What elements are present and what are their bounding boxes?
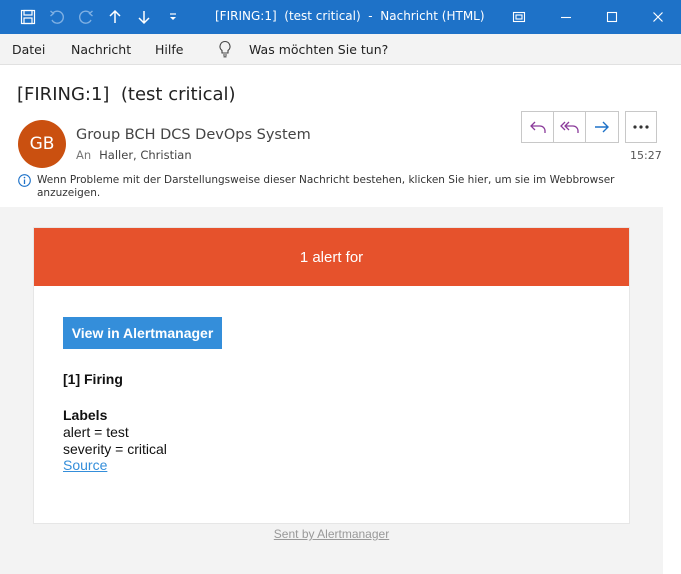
- labels-heading: Labels: [63, 407, 108, 423]
- sender-avatar[interactable]: GB: [18, 120, 66, 168]
- redo-icon[interactable]: [72, 0, 100, 34]
- more-icon[interactable]: [625, 111, 657, 143]
- source-link[interactable]: Source: [63, 457, 107, 473]
- down-arrow-icon[interactable]: [130, 0, 158, 34]
- label-severity: severity = critical: [63, 441, 167, 457]
- to-label: An: [76, 148, 92, 162]
- message-actions: [521, 111, 619, 143]
- reply-all-icon[interactable]: [554, 112, 586, 142]
- alert-card: 1 alert for View in Alertmanager [1] Fir…: [33, 227, 630, 524]
- minimize-icon[interactable]: [543, 0, 589, 34]
- title-bar: [FIRING:1] (test critical) - Nachricht (…: [0, 0, 681, 34]
- scrollbar[interactable]: [663, 207, 681, 574]
- restore-icon[interactable]: [496, 0, 542, 34]
- email-body: 1 alert for View in Alertmanager [1] Fir…: [0, 207, 663, 574]
- received-time: 15:27: [630, 149, 662, 162]
- close-icon[interactable]: [635, 0, 681, 34]
- menu-bar: Datei Nachricht Hilfe Was möchten Sie tu…: [0, 34, 681, 65]
- undo-icon[interactable]: [43, 0, 71, 34]
- menu-nachricht[interactable]: Nachricht: [71, 42, 131, 57]
- info-bar[interactable]: Wenn Probleme mit der Darstellungsweise …: [18, 174, 638, 200]
- customize-icon[interactable]: [159, 0, 187, 34]
- lightbulb-icon: [218, 40, 232, 61]
- recipient-line: An Haller, Christian: [76, 148, 192, 162]
- info-icon: [18, 174, 31, 191]
- save-icon[interactable]: [14, 0, 42, 34]
- message-subject: [FIRING:1] (test critical): [17, 84, 236, 105]
- sender-name[interactable]: Group BCH DCS DevOps System: [76, 127, 311, 143]
- menu-datei[interactable]: Datei: [12, 42, 45, 57]
- forward-icon[interactable]: [586, 112, 618, 142]
- menu-hilfe[interactable]: Hilfe: [155, 42, 183, 57]
- view-in-alertmanager-button[interactable]: View in Alertmanager: [63, 317, 222, 349]
- label-alert: alert = test: [63, 424, 129, 440]
- up-arrow-icon[interactable]: [101, 0, 129, 34]
- info-text[interactable]: Wenn Probleme mit der Darstellungsweise …: [18, 174, 638, 200]
- reply-icon[interactable]: [522, 112, 554, 142]
- tell-me-search[interactable]: Was möchten Sie tun?: [249, 42, 388, 57]
- window-title: [FIRING:1] (test critical) - Nachricht (…: [215, 9, 485, 23]
- maximize-icon[interactable]: [589, 0, 635, 34]
- alertmanager-footer-link[interactable]: Sent by Alertmanager: [0, 527, 663, 541]
- firing-heading: [1] Firing: [63, 371, 123, 387]
- alert-header: 1 alert for: [34, 228, 629, 286]
- recipient-name[interactable]: Haller, Christian: [99, 148, 191, 162]
